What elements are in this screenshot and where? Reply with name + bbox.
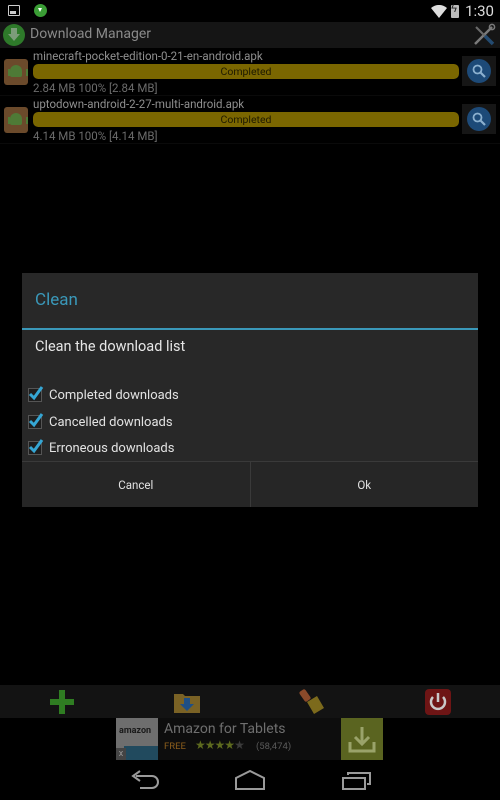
clean-brush-icon[interactable] <box>298 688 326 716</box>
open-file-button[interactable] <box>462 56 496 86</box>
clock: 1:30 <box>465 2 494 20</box>
download-arrow-icon <box>348 727 376 753</box>
battery-charging-icon <box>451 2 460 18</box>
app-logo-icon <box>3 24 25 46</box>
star-icon: ★ <box>204 738 216 752</box>
star-icon: ★ <box>195 738 206 752</box>
recent-apps-icon[interactable] <box>342 770 372 790</box>
download-item[interactable]: minecraft-pocket-edition-0-21-en-android… <box>0 48 500 96</box>
ad-rating-count: (58,474) <box>256 741 292 752</box>
apk-file-icon <box>4 107 28 133</box>
dialog-button-bar: Cancel Ok <box>22 461 478 507</box>
open-file-button[interactable] <box>462 104 496 134</box>
download-list: minecraft-pocket-edition-0-21-en-android… <box>0 48 500 144</box>
ad-logo-text: amazon <box>119 726 152 736</box>
download-progress-bar: Completed <box>33 112 459 127</box>
dialog-title-divider <box>22 328 478 330</box>
ad-title: Amazon for Tablets <box>164 721 286 737</box>
checkmark-icon <box>28 386 44 401</box>
image-notification-icon <box>8 5 20 16</box>
ad-install-button[interactable] <box>341 718 383 760</box>
checkbox[interactable] <box>28 439 44 455</box>
ad-rating-stars: ★★★★★ <box>195 738 245 752</box>
option-cancelled-downloads[interactable]: Cancelled downloads <box>28 411 173 433</box>
download-status: Completed <box>220 65 272 78</box>
search-icon <box>472 112 486 126</box>
ad-price: FREE <box>164 741 186 752</box>
app-title: Download Manager <box>30 26 152 42</box>
download-status: Completed <box>220 113 272 126</box>
dialog-message: Clean the download list <box>35 338 186 355</box>
checkmark-icon <box>28 439 44 454</box>
option-completed-downloads[interactable]: Completed downloads <box>28 384 179 406</box>
cart-icon <box>124 746 158 760</box>
apk-file-icon <box>4 59 28 85</box>
add-icon[interactable] <box>48 688 76 716</box>
app-bar: Download Manager <box>0 22 500 48</box>
checkbox[interactable] <box>28 413 44 429</box>
download-folder-icon[interactable] <box>173 688 201 716</box>
ad-close-button[interactable]: x <box>116 748 126 760</box>
status-bar: 1:30 <box>0 0 500 22</box>
download-stats: 4.14 MB 100% [4.14 MB] <box>33 129 158 143</box>
clean-dialog: Clean Clean the download list Completed … <box>22 273 478 507</box>
checkbox-label: Cancelled downloads <box>49 414 173 430</box>
ad-app-logo: amazon x <box>116 718 158 760</box>
back-icon[interactable] <box>130 770 160 790</box>
ad-banner[interactable]: amazon x Amazon for Tablets FREE ★★★★★ (… <box>116 718 383 760</box>
download-filename: minecraft-pocket-edition-0-21-en-android… <box>33 49 263 63</box>
download-filename: uptodown-android-2-27-multi-android.apk <box>33 97 245 111</box>
option-erroneous-downloads[interactable]: Erroneous downloads <box>28 437 174 459</box>
ok-button[interactable]: Ok <box>249 462 478 507</box>
star-icon: ★ <box>214 738 226 752</box>
checkbox-label: Erroneous downloads <box>49 440 175 456</box>
power-exit-icon[interactable] <box>424 688 452 716</box>
download-notification-icon <box>34 4 47 17</box>
download-item[interactable]: uptodown-android-2-27-multi-android.apk … <box>0 96 500 144</box>
wifi-icon <box>431 4 448 18</box>
navigation-bar <box>0 760 500 800</box>
checkbox[interactable] <box>28 386 44 402</box>
dialog-title: Clean <box>35 290 78 310</box>
star-icon: ★ <box>234 738 245 752</box>
download-progress-bar: Completed <box>33 64 459 79</box>
search-icon <box>472 64 486 78</box>
cancel-button[interactable]: Cancel <box>22 462 250 507</box>
tools-settings-icon[interactable] <box>472 23 496 47</box>
bottom-toolbar <box>0 685 500 718</box>
checkbox-label: Completed downloads <box>49 387 179 403</box>
home-icon[interactable] <box>235 770 265 790</box>
star-icon: ★ <box>224 738 235 752</box>
checkmark-icon <box>28 413 44 428</box>
download-stats: 2.84 MB 100% [2.84 MB] <box>33 81 158 95</box>
